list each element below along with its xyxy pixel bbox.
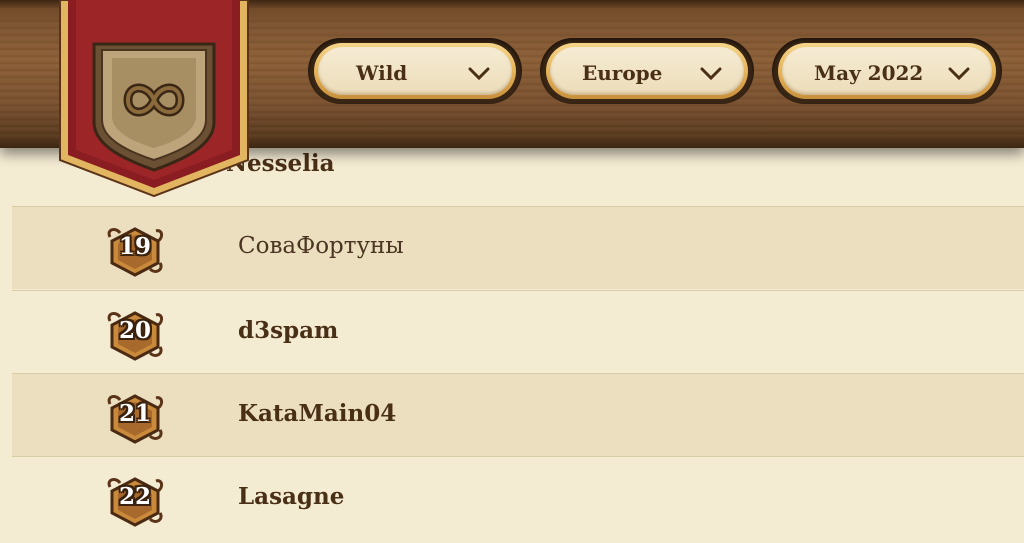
rank-number: 19 <box>118 233 151 260</box>
table-row[interactable]: 19 СоваФортуны <box>12 206 1024 289</box>
table-row[interactable]: 22 Lasagne <box>12 456 1024 539</box>
season-dropdown-label: May 2022 <box>814 61 924 85</box>
player-name: Lasagne <box>238 483 345 510</box>
season-dropdown[interactable]: May 2022 <box>772 38 1002 104</box>
region-dropdown-label: Europe <box>582 61 663 85</box>
mode-dropdown[interactable]: Wild <box>308 38 522 104</box>
player-name: СоваФортуны <box>238 233 404 259</box>
mode-dropdown-label: Wild <box>356 61 408 85</box>
chevron-down-icon <box>948 67 970 81</box>
table-row[interactable]: 20 d3spam <box>12 290 1024 373</box>
hearthstone-infinity-shield-icon <box>42 0 266 200</box>
rank-number: 20 <box>118 317 151 344</box>
table-row[interactable]: 21 KataMain04 <box>12 373 1024 456</box>
chevron-down-icon <box>700 67 722 81</box>
player-name: d3spam <box>238 317 339 344</box>
rank-badge: 22 <box>104 473 166 529</box>
chevron-down-icon <box>468 67 490 81</box>
region-dropdown[interactable]: Europe <box>540 38 754 104</box>
rank-badge: 20 <box>104 307 166 363</box>
rank-number: 21 <box>118 400 151 427</box>
rank-badge: 21 <box>104 390 166 446</box>
player-name: KataMain04 <box>238 400 397 427</box>
rank-number: 22 <box>118 483 151 510</box>
rank-badge: 19 <box>104 223 166 279</box>
